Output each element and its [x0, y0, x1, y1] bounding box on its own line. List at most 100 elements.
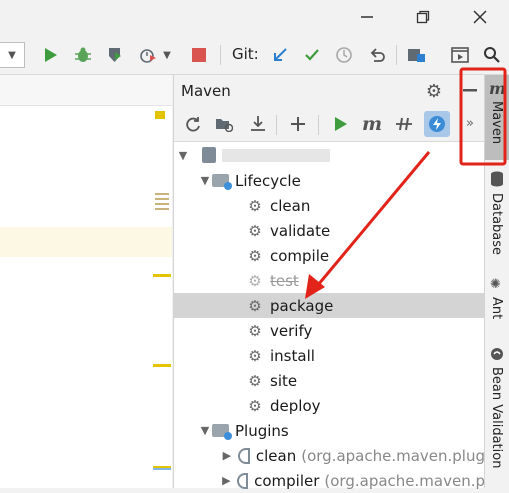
toolbar-separator: [396, 45, 397, 65]
minimize-button[interactable]: [356, 6, 378, 28]
debug-button[interactable]: [71, 43, 95, 67]
search-everywhere-button[interactable]: [480, 43, 504, 67]
skip-tests-button[interactable]: [424, 111, 450, 137]
window-run-icon: [451, 47, 469, 63]
database-stripe-button[interactable]: Database: [485, 171, 509, 261]
scroll-thumb[interactable]: [155, 193, 169, 213]
minimize-icon: [463, 89, 477, 92]
bean-validation-stripe-label: Bean Validation: [489, 367, 504, 469]
git-history-button[interactable]: [332, 43, 356, 67]
goal-label: compile: [270, 246, 330, 265]
offline-icon: [396, 117, 412, 131]
execute-goal-button[interactable]: m: [360, 112, 384, 136]
bean-icon: [491, 348, 503, 360]
tree-lifecycle-row[interactable]: ▼ Lifecycle: [174, 168, 485, 193]
run-maven-build-button[interactable]: [328, 112, 352, 136]
goal-item[interactable]: ⚙ validate: [174, 218, 485, 243]
maven-toolbar: m »: [174, 107, 485, 142]
maven-stripe-label: Maven: [489, 101, 504, 145]
gear-icon: ⚙: [248, 296, 262, 315]
gear-icon: ⚙: [248, 346, 262, 365]
profile-button[interactable]: [136, 43, 160, 67]
maven-stripe-button[interactable]: m Maven: [485, 75, 509, 160]
undo-icon: [370, 48, 385, 62]
goal-item[interactable]: ⚙ compile: [174, 243, 485, 268]
goal-label: site: [270, 371, 298, 390]
hide-button[interactable]: [460, 81, 480, 101]
expand-arrow-icon[interactable]: ▶: [222, 474, 231, 487]
profile-options-dropdown[interactable]: ▼: [160, 43, 174, 67]
goal-item[interactable]: ⚙ verify: [174, 318, 485, 343]
bean-validation-stripe-button[interactable]: Bean Validation: [485, 347, 509, 488]
goal-label: deploy: [270, 396, 321, 415]
plugin-item[interactable]: ▶ clean (org.apache.maven.plug: [174, 443, 485, 468]
close-window-button[interactable]: [469, 6, 491, 28]
download-sources-button[interactable]: [246, 112, 270, 136]
ant-stripe-button[interactable]: ✺ Ant: [485, 277, 509, 327]
reload-button[interactable]: [181, 112, 205, 136]
editor-area[interactable]: [0, 75, 172, 488]
git-update-button[interactable]: [268, 43, 292, 67]
generate-sources-button[interactable]: [212, 112, 236, 136]
download-icon: [251, 116, 265, 131]
plugins-label: Plugins: [235, 421, 289, 440]
run-icon: [335, 117, 347, 131]
database-icon: [491, 171, 503, 187]
bug-icon: [75, 47, 91, 62]
arrow-down-left-icon: [274, 48, 287, 61]
chevron-down-icon: ▼: [8, 49, 16, 61]
run-button[interactable]: [38, 43, 62, 67]
maven-m-icon: m: [489, 79, 506, 98]
coverage-button[interactable]: [103, 43, 127, 67]
change-marker: [153, 468, 171, 470]
toolbar-separator: [318, 115, 319, 135]
restore-button[interactable]: [412, 6, 434, 28]
main-toolbar: ▼ ▼ Git:: [0, 36, 509, 75]
goal-item-skipped[interactable]: ⚙ test: [174, 268, 485, 293]
git-label: Git:: [232, 45, 259, 63]
add-project-button[interactable]: [286, 112, 310, 136]
goal-label: verify: [270, 321, 313, 340]
run-config-dropdown[interactable]: ▼: [0, 42, 25, 68]
settings-button[interactable]: ⚙: [424, 81, 444, 102]
plugin-item[interactable]: ▶ compiler (org.apache.maven.p: [174, 468, 485, 493]
gear-icon: ⚙: [248, 271, 262, 290]
maven-tool-window: Maven ⚙ m » ▼ ▼ Lifecycle ⚙ clean ⚙ vali…: [173, 75, 485, 490]
run-anything-button[interactable]: [448, 43, 472, 67]
expand-arrow-icon[interactable]: ▼: [198, 174, 212, 187]
expand-arrow-icon[interactable]: ▼: [176, 149, 190, 162]
tree-project-row[interactable]: ▼: [174, 143, 485, 168]
toggle-offline-button[interactable]: [392, 112, 416, 136]
git-rollback-button[interactable]: [365, 43, 389, 67]
lifecycle-folder-icon: [212, 174, 232, 190]
stop-icon: [192, 48, 206, 62]
lightning-icon: [429, 116, 445, 132]
goal-item-selected[interactable]: ⚙ package: [174, 293, 485, 318]
warning-marker[interactable]: [153, 274, 171, 277]
plugin-detail: (org.apache.maven.p: [324, 471, 485, 490]
chevron-down-icon: ▼: [163, 49, 171, 61]
git-commit-button[interactable]: [300, 43, 324, 67]
plugin-icon: [237, 447, 250, 464]
project-name: [222, 149, 330, 162]
plugin-detail: (org.apache.maven.plug: [301, 446, 485, 465]
goal-item[interactable]: ⚙ clean: [174, 193, 485, 218]
warning-marker[interactable]: [153, 364, 171, 367]
tree-plugins-row[interactable]: ▼ Plugins: [174, 418, 485, 443]
maven-m-icon: m: [361, 113, 383, 135]
error-stripe-marker[interactable]: [155, 111, 165, 119]
gear-icon: ⚙: [248, 371, 262, 390]
title-bar: [0, 0, 509, 36]
expand-arrow-icon[interactable]: ▼: [198, 424, 212, 437]
goal-item[interactable]: ⚙ site: [174, 368, 485, 393]
right-tool-stripe: m Maven Database ✺ Ant Bean Validation: [484, 75, 509, 488]
goal-item[interactable]: ⚙ deploy: [174, 393, 485, 418]
ant-icon: ✺: [490, 277, 501, 292]
project-structure-button[interactable]: [405, 43, 429, 67]
more-chevron-icon[interactable]: »: [466, 116, 474, 131]
stop-button[interactable]: [187, 43, 211, 67]
goal-label: test: [270, 271, 299, 290]
goal-item[interactable]: ⚙ install: [174, 343, 485, 368]
goal-label: install: [270, 346, 315, 365]
expand-arrow-icon[interactable]: ▶: [222, 449, 232, 462]
